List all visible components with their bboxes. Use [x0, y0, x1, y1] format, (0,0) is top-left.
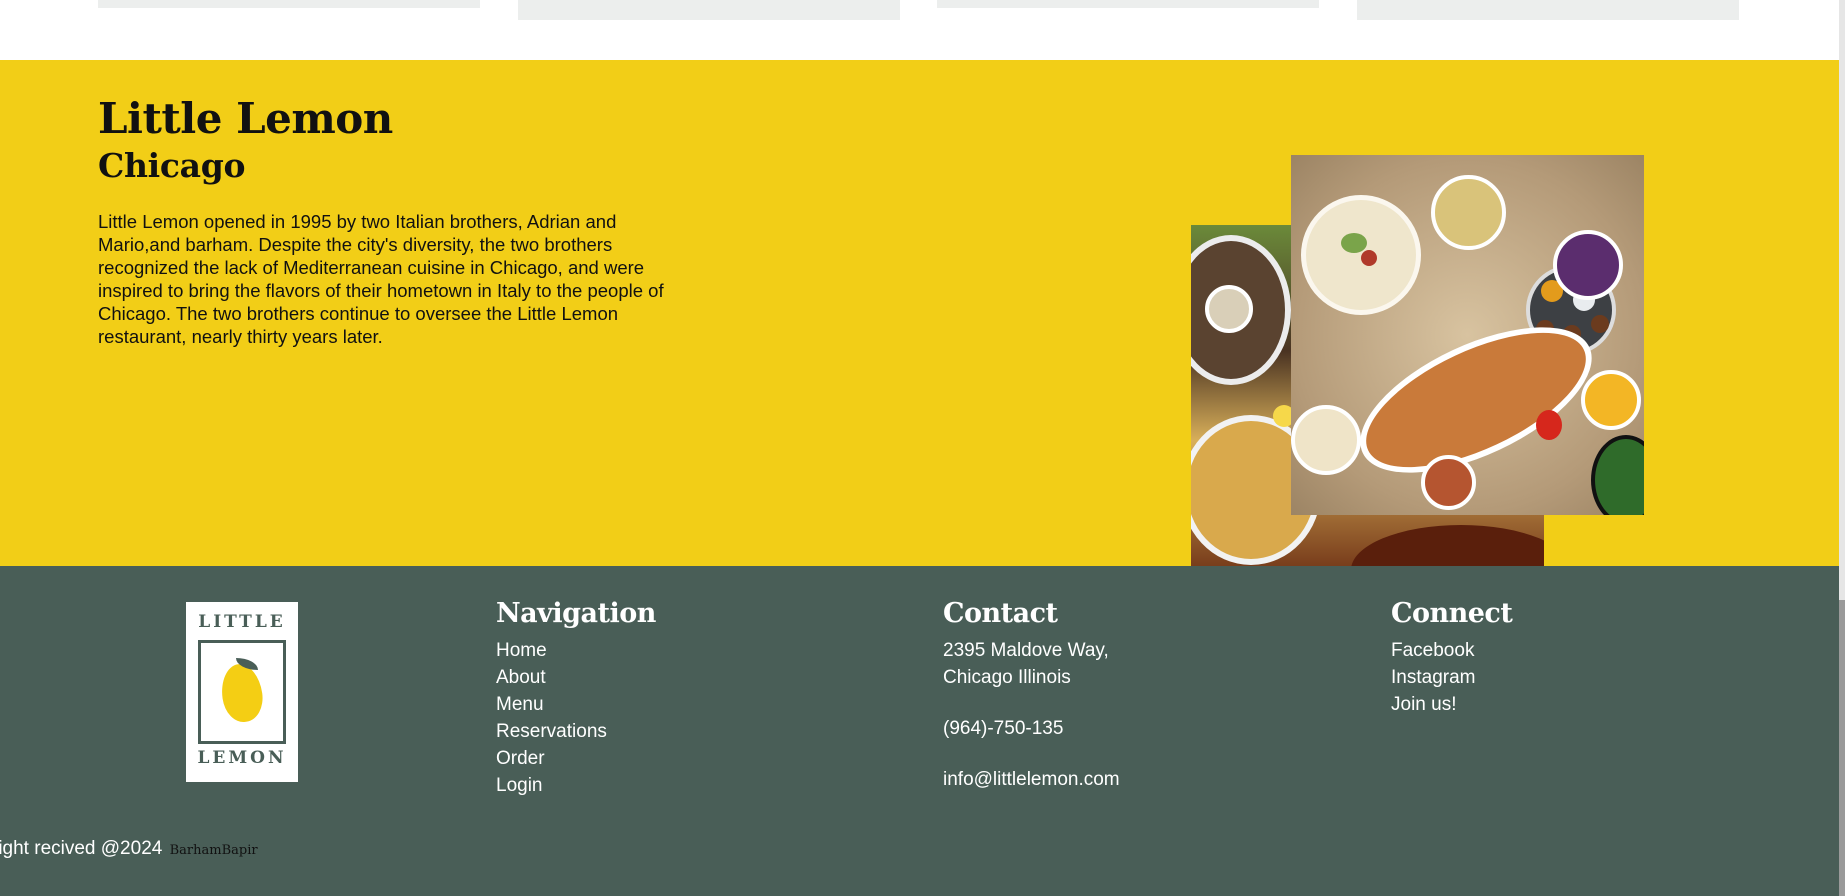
copyright-notice: right recived @2024 BarhamBapir [0, 838, 258, 860]
connect-link-join[interactable]: Join us! [1391, 694, 1456, 716]
logo-top-word: LITTLE [198, 612, 286, 632]
about-description: Little Lemon opened in 1995 by two Itali… [98, 211, 664, 347]
nav-link-order[interactable]: Order [496, 748, 545, 770]
about-section: Little Lemon Chicago Little Lemon opened… [0, 60, 1839, 585]
copyright-text: right recived @2024 [0, 838, 163, 859]
restaurant-food-photo-front [1291, 155, 1644, 515]
card-bottom [98, 0, 480, 8]
about-title: Little Lemon [98, 94, 393, 143]
site-footer: LITTLE LEMON Navigation Home About Menu … [0, 566, 1839, 896]
card-bottom [518, 0, 900, 20]
connect-link-facebook[interactable]: Facebook [1391, 640, 1474, 662]
logo-bottom-word: LEMON [197, 748, 287, 768]
nav-link-about[interactable]: About [496, 667, 546, 689]
nav-link-login[interactable]: Login [496, 775, 543, 797]
author-name: BarhamBapir [169, 843, 258, 858]
nav-link-menu[interactable]: Menu [496, 694, 544, 716]
navigation-title: Navigation [496, 598, 656, 629]
nav-link-home[interactable]: Home [496, 640, 547, 662]
connect-title: Connect [1391, 598, 1513, 629]
top-strip [0, 0, 1845, 60]
connect-link-instagram[interactable]: Instagram [1391, 667, 1475, 689]
footer-logo[interactable]: LITTLE LEMON [186, 602, 298, 782]
scrollbar-thumb[interactable] [1839, 600, 1845, 896]
contact-address-line1: 2395 Maldove Way, [943, 640, 1109, 661]
card-bottom [937, 0, 1319, 8]
contact-address-line2: Chicago Illinois [943, 667, 1071, 688]
about-subtitle: Chicago [98, 146, 246, 185]
card-bottom [1357, 0, 1739, 20]
contact-title: Contact [943, 598, 1058, 629]
contact-phone[interactable]: (964)-750-135 [943, 718, 1063, 740]
contact-email[interactable]: info@littlelemon.com [943, 769, 1120, 791]
nav-link-reservations[interactable]: Reservations [496, 721, 607, 743]
